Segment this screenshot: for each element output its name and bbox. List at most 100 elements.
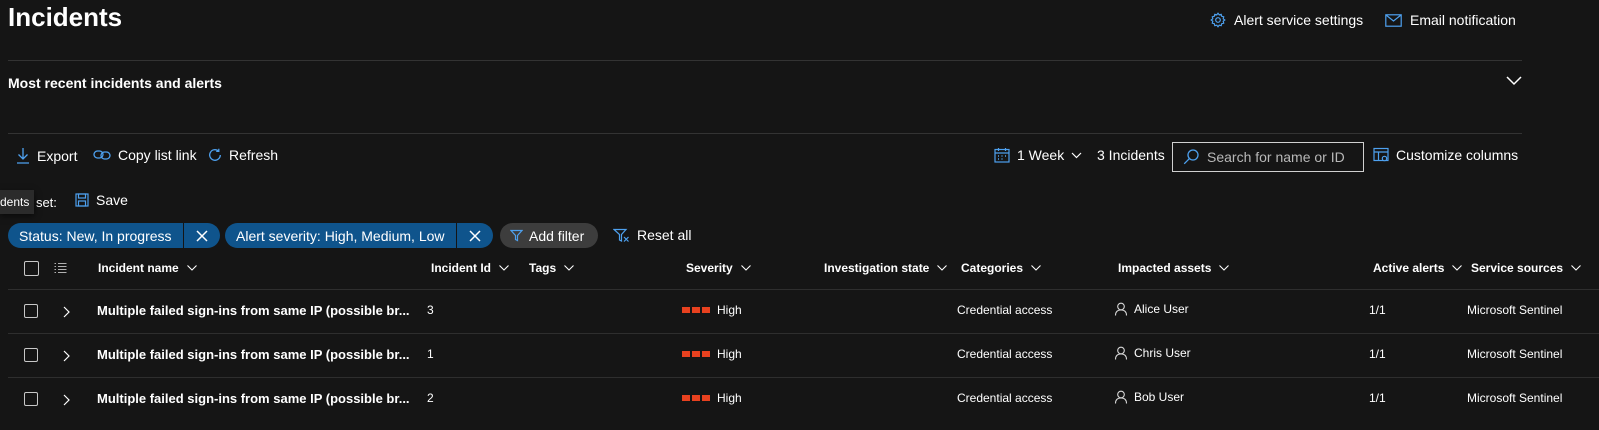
save-label: Save (96, 192, 128, 208)
chevron-down-icon (1452, 265, 1463, 271)
close-icon (469, 229, 481, 242)
chevron-down-icon (1071, 152, 1082, 158)
page-title: Incidents (8, 2, 123, 32)
column-header-incident-name[interactable]: Incident name (98, 261, 197, 275)
chevron-down-icon (1031, 265, 1041, 271)
tooltip-text: dents (0, 195, 30, 209)
severity-cell: High (682, 391, 742, 405)
incident-id: 1 (427, 347, 434, 361)
column-header-label: Incident name (98, 261, 179, 275)
copy-list-link-label: Copy list link (118, 147, 197, 163)
close-icon (196, 229, 208, 242)
active-alerts: 1/1 (1369, 347, 1386, 361)
save-filter-button[interactable]: Save (75, 192, 128, 208)
severity-filter-pill[interactable]: Alert severity: High, Medium, Low (225, 223, 493, 248)
severity-high-icon (682, 351, 710, 357)
chevron-down-icon (1219, 265, 1230, 271)
chevron-down-icon (564, 265, 575, 271)
severity-label: High (717, 303, 742, 317)
copy-list-link-button[interactable]: Copy list link (93, 147, 197, 163)
column-header-label: Service sources (1471, 261, 1564, 275)
column-header-active-alerts[interactable]: Active alerts (1373, 261, 1463, 275)
remove-status-filter-button[interactable] (182, 223, 220, 248)
chevron-down-icon[interactable] (1506, 76, 1522, 86)
incident-name[interactable]: Multiple failed sign-ins from same IP (p… (97, 391, 410, 406)
status-filter-label: Status: New, In progress (19, 227, 172, 244)
severity-high-icon (682, 395, 710, 401)
column-header-tags[interactable]: Tags (529, 261, 575, 275)
list-options-icon[interactable] (54, 262, 67, 274)
tooltip: dents (0, 190, 35, 214)
add-filter-label: Add filter (529, 227, 585, 244)
column-header-service-sources[interactable]: Service sources (1471, 261, 1581, 275)
service-source: Microsoft Sentinel (1467, 303, 1563, 317)
chevron-right-icon[interactable] (63, 394, 70, 406)
impacted-asset[interactable]: Chris User (1114, 346, 1191, 360)
column-header-label: Categories (961, 261, 1024, 275)
asset-name: Alice User (1134, 302, 1189, 316)
export-button[interactable]: Export (16, 147, 77, 164)
incident-count-label: 3 Incidents (1097, 147, 1165, 163)
alert-service-settings-label: Alert service settings (1234, 12, 1364, 28)
incident-id: 2 (427, 391, 434, 405)
column-header-incident-id[interactable]: Incident Id (431, 261, 509, 275)
category: Credential access (957, 391, 1053, 405)
chevron-down-icon (499, 265, 509, 271)
incident-count: 3 Incidents (1097, 147, 1165, 163)
alert-service-settings-button[interactable]: Alert service settings (1210, 12, 1363, 28)
active-alerts: 1/1 (1369, 303, 1386, 317)
table-row[interactable]: Multiple failed sign-ins from same IP (p… (0, 378, 1599, 421)
chevron-right-icon[interactable] (63, 306, 70, 318)
chevron-down-icon (937, 265, 948, 271)
active-alerts: 1/1 (1369, 391, 1386, 405)
row-checkbox[interactable] (24, 304, 38, 318)
chevron-down-icon (1571, 265, 1581, 271)
column-header-label: Incident Id (431, 261, 491, 275)
remove-severity-filter-button[interactable] (455, 223, 493, 248)
refresh-button[interactable]: Refresh (208, 147, 278, 163)
status-filter-pill[interactable]: Status: New, In progress (8, 223, 220, 248)
table-row[interactable]: Multiple failed sign-ins from same IP (p… (0, 334, 1599, 377)
search-input[interactable]: Search for name or ID (1172, 142, 1364, 172)
search-icon (1183, 149, 1199, 165)
reset-all-label: Reset all (637, 227, 692, 243)
customize-columns-label: Customize columns (1396, 147, 1519, 163)
email-notification-button[interactable]: Email notification (1385, 12, 1516, 28)
row-checkbox[interactable] (24, 348, 38, 362)
filter-reset-icon (613, 228, 629, 242)
select-all-checkbox[interactable] (24, 261, 39, 276)
asset-name: Chris User (1134, 346, 1191, 360)
service-source: Microsoft Sentinel (1467, 391, 1563, 405)
recent-incidents-heading: Most recent incidents and alerts (8, 75, 222, 91)
column-header-label: Impacted assets (1118, 261, 1212, 275)
asset-name: Bob User (1134, 390, 1185, 404)
impacted-asset[interactable]: Bob User (1114, 390, 1184, 404)
add-filter-button[interactable]: Add filter (500, 223, 599, 248)
severity-high-icon (682, 307, 710, 313)
time-range-dropdown[interactable]: 1 Week (994, 147, 1082, 163)
customize-columns-button[interactable]: Customize columns (1373, 147, 1518, 163)
search-placeholder: Search for name or ID (1207, 149, 1345, 165)
refresh-label: Refresh (229, 147, 279, 163)
export-label: Export (37, 147, 78, 164)
severity-label: High (717, 391, 742, 405)
chevron-right-icon[interactable] (63, 350, 70, 362)
reset-all-button[interactable]: Reset all (613, 227, 691, 243)
save-icon (75, 193, 89, 207)
column-header-impacted-assets[interactable]: Impacted assets (1118, 261, 1230, 275)
incident-name[interactable]: Multiple failed sign-ins from same IP (p… (97, 303, 410, 318)
severity-label: High (717, 347, 742, 361)
column-header-categories[interactable]: Categories (961, 261, 1041, 275)
column-header-investigation-state[interactable]: Investigation state (824, 261, 948, 275)
row-checkbox[interactable] (24, 392, 38, 406)
table-row[interactable]: Multiple failed sign-ins from same IP (p… (0, 290, 1599, 333)
user-icon (1114, 390, 1128, 404)
column-header-severity[interactable]: Severity (686, 261, 751, 275)
column-header-label: Tags (529, 261, 557, 275)
column-header-label: Investigation state (824, 261, 930, 275)
category: Credential access (957, 347, 1053, 361)
incident-name[interactable]: Multiple failed sign-ins from same IP (p… (97, 347, 410, 362)
impacted-asset[interactable]: Alice User (1114, 302, 1189, 316)
user-icon (1114, 346, 1128, 360)
chevron-down-icon (740, 265, 751, 271)
